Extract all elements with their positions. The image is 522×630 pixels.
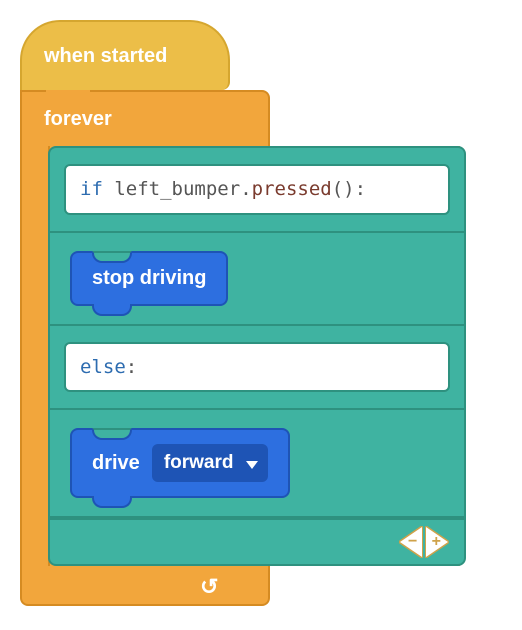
drive-direction-dropdown[interactable]: forward — [152, 444, 268, 482]
remove-branch-button[interactable]: − — [400, 527, 422, 557]
stop-driving-block[interactable]: stop driving — [70, 251, 228, 306]
forever-label: forever — [44, 108, 112, 131]
forever-block[interactable]: forever if left_bumper.pressed(): — [20, 90, 460, 606]
forever-body: if left_bumper.pressed(): stop driving — [20, 146, 460, 566]
if-else-block[interactable]: if left_bumper.pressed(): stop driving — [48, 146, 466, 566]
if-keyword: if — [80, 178, 103, 200]
forever-head: forever — [20, 90, 270, 146]
else-row: else: — [50, 326, 464, 409]
else-box[interactable]: else: — [64, 342, 450, 393]
dropdown-value: forward — [164, 452, 234, 473]
drive-block[interactable]: drive forward — [70, 428, 290, 498]
else-keyword: else — [80, 356, 126, 378]
hat-label: when started — [44, 45, 167, 68]
else-body: drive forward — [50, 408, 464, 518]
else-tail: : — [126, 356, 137, 378]
add-branch-button[interactable]: + — [426, 527, 448, 557]
loop-arrow-icon: ↻ — [200, 574, 218, 600]
plus-icon: + — [432, 533, 441, 551]
drive-label: drive — [92, 452, 140, 475]
minus-icon: − — [408, 533, 417, 551]
if-identifier: left_bumper — [114, 178, 240, 200]
if-row: if left_bumper.pressed(): — [50, 148, 464, 231]
if-tail: (): — [332, 178, 366, 200]
if-body: stop driving — [50, 231, 464, 326]
forever-foot: ↻ — [20, 566, 270, 606]
stop-driving-label: stop driving — [92, 267, 206, 290]
if-method: pressed — [252, 178, 332, 200]
if-condition-box[interactable]: if left_bumper.pressed(): — [64, 164, 450, 215]
when-started-hat[interactable]: when started — [20, 20, 230, 90]
if-else-footer: − + — [50, 518, 464, 564]
block-stack: when started forever if left_bumper.pres… — [20, 20, 460, 606]
